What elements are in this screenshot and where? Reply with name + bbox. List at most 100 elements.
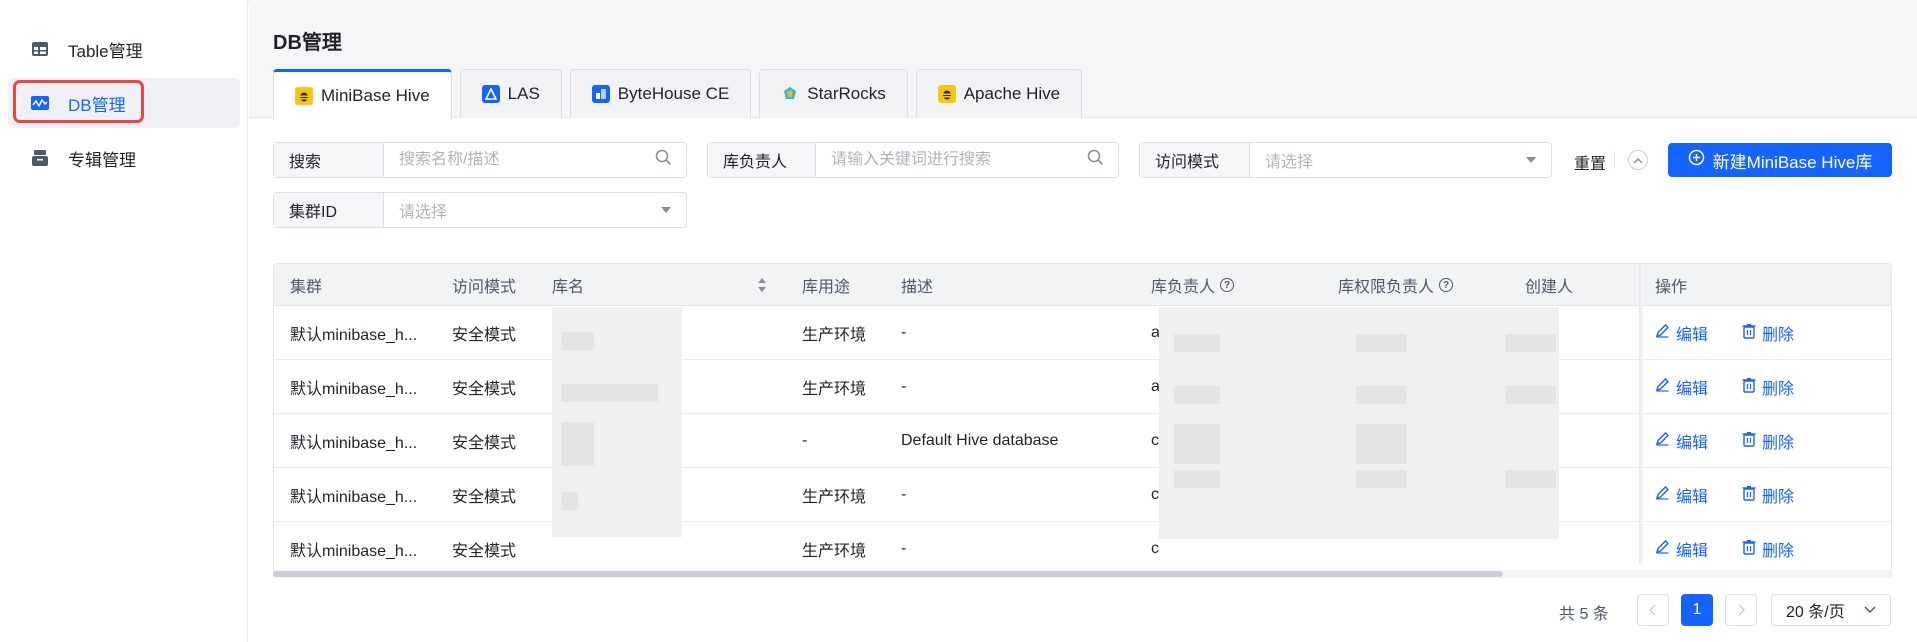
search-icon[interactable]: [655, 149, 672, 171]
sidebar-item-db[interactable]: DB管理: [8, 78, 240, 128]
owner-input-wrap: [816, 143, 1118, 177]
create-button-label: 新建MiniBase Hive库: [1712, 152, 1873, 172]
search-label: 搜索: [274, 143, 384, 177]
edit-button[interactable]: 编辑: [1655, 468, 1708, 522]
redacted-block: [1356, 424, 1406, 464]
bee-icon: [295, 86, 313, 105]
las-triangle-icon: [481, 85, 500, 103]
delete-button[interactable]: 删除: [1742, 306, 1794, 360]
sort-icon[interactable]: [757, 264, 767, 306]
horizontal-scrollbar[interactable]: [273, 570, 1892, 578]
edit-button[interactable]: 编辑: [1655, 414, 1708, 468]
tab-starrocks[interactable]: StarRocks: [759, 69, 908, 118]
owner-input[interactable]: [831, 151, 1087, 169]
delete-button[interactable]: 删除: [1742, 468, 1794, 522]
edit-button[interactable]: 编辑: [1655, 306, 1708, 360]
tab-label: LAS: [507, 84, 540, 103]
next-page-button[interactable]: [1725, 594, 1757, 626]
cell-cluster: 默认minibase_h...: [290, 327, 418, 344]
cell-description: -: [901, 486, 907, 503]
redacted-block: [562, 332, 594, 350]
delete-button[interactable]: 删除: [1742, 414, 1794, 468]
edit-button[interactable]: 编辑: [1655, 360, 1708, 414]
sidebar-item-label: 专辑管理: [68, 150, 136, 170]
redacted-block: [1506, 386, 1556, 404]
tab-bar: MiniBase Hive LAS ByteHouse CE StarRocks: [273, 69, 1083, 119]
page-button-current[interactable]: 1: [1681, 594, 1713, 626]
sidebar-item-label: DB管理: [68, 95, 126, 115]
help-icon[interactable]: ?: [1220, 278, 1235, 292]
cell-cluster: 默认minibase_h...: [290, 543, 418, 560]
page-size-label: 20 条/页: [1786, 604, 1845, 621]
collapse-filters-button[interactable]: [1628, 150, 1648, 170]
cell-cluster: 默认minibase_h...: [290, 435, 418, 452]
sidebar-item-album[interactable]: 专辑管理: [8, 133, 240, 183]
cell-description: -: [901, 540, 907, 557]
col-owner: 库负责人 ?: [1151, 264, 1235, 306]
cluster-id-placeholder: 请选择: [399, 204, 448, 221]
tab-apache-hive[interactable]: Apache Hive: [915, 69, 1083, 118]
cluster-id-label: 集群ID: [274, 193, 384, 227]
col-description: 描述: [901, 279, 934, 296]
sidebar-item-table[interactable]: Table管理: [8, 24, 240, 74]
table-row: 默认minibase_h... 安全模式 生产环境 - a 编辑 删除: [274, 306, 1891, 360]
edit-icon: [1655, 539, 1670, 559]
tab-label: MiniBase Hive: [321, 85, 430, 105]
edit-label: 编辑: [1676, 381, 1709, 398]
table-row: 默认minibase_h... 安全模式 生产环境 - c 编辑 删除: [274, 468, 1891, 522]
redacted-block: [1356, 334, 1406, 352]
tab-las[interactable]: LAS: [459, 69, 562, 118]
table-icon: [30, 39, 50, 59]
edit-icon: [1655, 377, 1670, 397]
col-perm-owner: 库权限负责人 ?: [1338, 264, 1454, 306]
sidebar: Table管理 DB管理 专辑管理: [0, 0, 248, 642]
tab-label: StarRocks: [807, 84, 886, 103]
redacted-block: [1356, 386, 1406, 404]
search-icon[interactable]: [1087, 149, 1104, 171]
cell-usage: 生产环境: [802, 381, 867, 398]
tab-minibase-hive[interactable]: MiniBase Hive: [273, 69, 452, 119]
tab-bytehouse-ce[interactable]: ByteHouse CE: [569, 69, 752, 118]
cell-usage: 生产环境: [802, 489, 867, 506]
cluster-id-select[interactable]: 请选择: [384, 193, 686, 227]
page-size-select[interactable]: 20 条/页: [1771, 594, 1891, 626]
access-mode-label: 访问模式: [1140, 143, 1250, 177]
help-icon[interactable]: ?: [1439, 278, 1454, 292]
cell-description: Default Hive database: [901, 432, 1059, 449]
chevron-up-icon: [1633, 151, 1643, 169]
tab-label: Apache Hive: [963, 84, 1061, 103]
redacted-block: [562, 422, 594, 466]
cell-cluster: 默认minibase_h...: [290, 489, 418, 506]
edit-icon: [1655, 485, 1670, 505]
cell-access-mode: 安全模式: [452, 327, 517, 344]
divider: [1614, 151, 1615, 169]
cell-owner: c: [1151, 540, 1159, 557]
edit-button[interactable]: 编辑: [1655, 522, 1708, 576]
owner-filter: 库负责人: [707, 142, 1119, 178]
delete-label: 删除: [1762, 327, 1795, 344]
trash-icon: [1742, 377, 1756, 398]
trash-icon: [1742, 539, 1756, 560]
col-actions: 操作: [1655, 279, 1688, 296]
delete-button[interactable]: 删除: [1742, 360, 1794, 414]
db-table: 集群 访问模式 库名 库用途 描述 库负责人 ? 库权限负责人 ? 创建人 操作…: [273, 263, 1892, 577]
scrollbar-thumb[interactable]: [273, 571, 1503, 577]
delete-button[interactable]: 删除: [1742, 522, 1794, 576]
table-row: 默认minibase_h... 安全模式 生产环境 - c 编辑 删除: [274, 522, 1891, 576]
cell-description: -: [901, 378, 907, 395]
search-input[interactable]: [399, 151, 655, 169]
col-usage: 库用途: [802, 279, 851, 296]
reset-button[interactable]: 重置: [1574, 150, 1606, 174]
redacted-block: [1174, 470, 1220, 488]
redacted-block: [562, 492, 578, 510]
trash-icon: [1742, 323, 1756, 344]
access-mode-placeholder: 请选择: [1265, 154, 1314, 171]
create-database-button[interactable]: 新建MiniBase Hive库: [1668, 143, 1892, 177]
plus-circle-icon: [1688, 149, 1705, 171]
chevron-down-icon: [1864, 601, 1876, 619]
search-input-wrap: [384, 143, 686, 177]
access-mode-filter: 访问模式 请选择: [1139, 142, 1552, 178]
prev-page-button[interactable]: [1637, 594, 1669, 626]
access-mode-select[interactable]: 请选择: [1250, 143, 1551, 177]
trash-icon: [1742, 485, 1756, 506]
